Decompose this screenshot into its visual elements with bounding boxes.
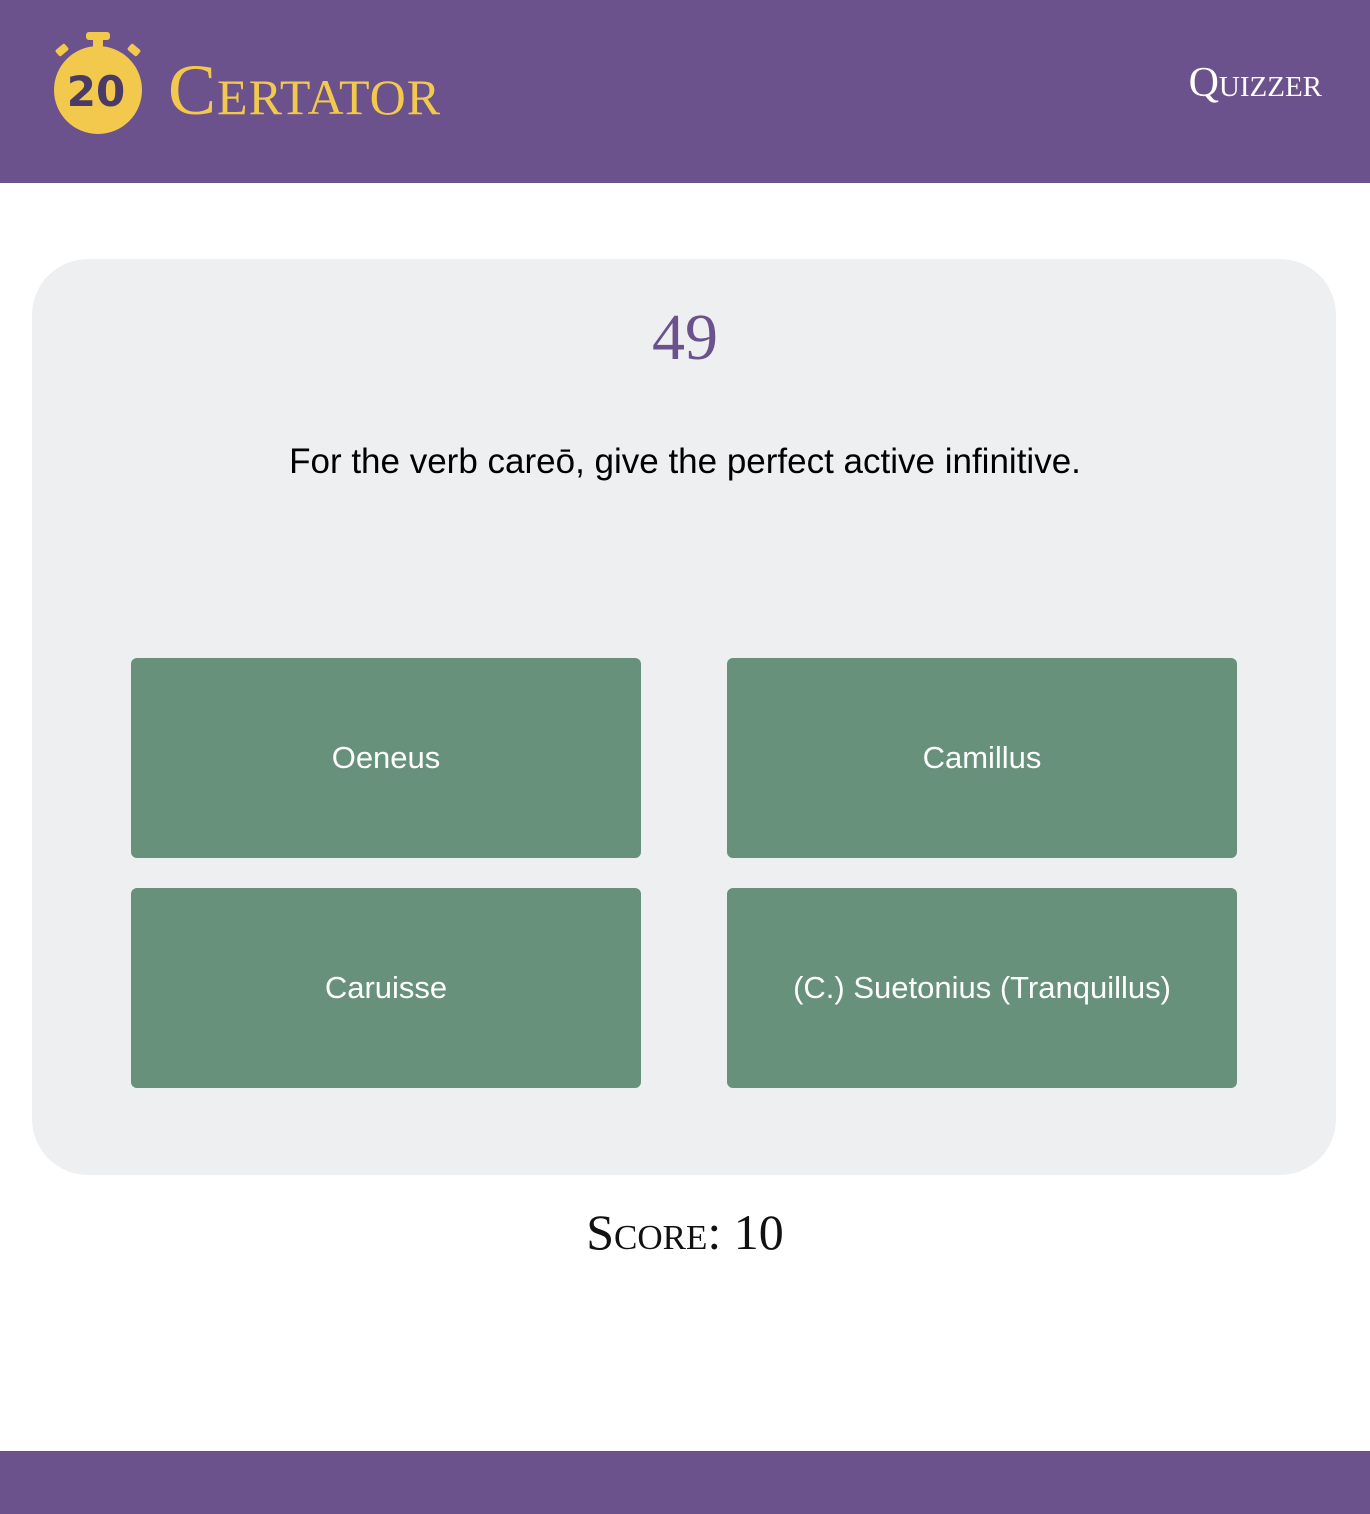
score-label: Score:: [586, 1204, 722, 1260]
answer-button-3[interactable]: Caruisse: [131, 888, 641, 1088]
score-value: 10: [733, 1204, 784, 1260]
nav-link-quizzer[interactable]: Quizzer: [1189, 58, 1322, 108]
answer-button-2[interactable]: Camillus: [727, 658, 1237, 858]
footer-bar: [0, 1451, 1370, 1514]
stopwatch-logo-icon[interactable]: 20: [48, 30, 148, 134]
logo-badge-number: 20: [67, 67, 125, 116]
score-display: Score: 10: [0, 1202, 1370, 1262]
question-number: 49: [652, 301, 718, 374]
header-bar: 20 Certator Quizzer: [0, 0, 1370, 183]
brand-title[interactable]: Certator: [168, 50, 441, 130]
question-text: For the verb careō, give the perfect act…: [289, 442, 1081, 481]
answer-button-4[interactable]: (C.) Suetonius (Tranquillus): [727, 888, 1237, 1088]
answer-button-1[interactable]: Oeneus: [131, 658, 641, 858]
